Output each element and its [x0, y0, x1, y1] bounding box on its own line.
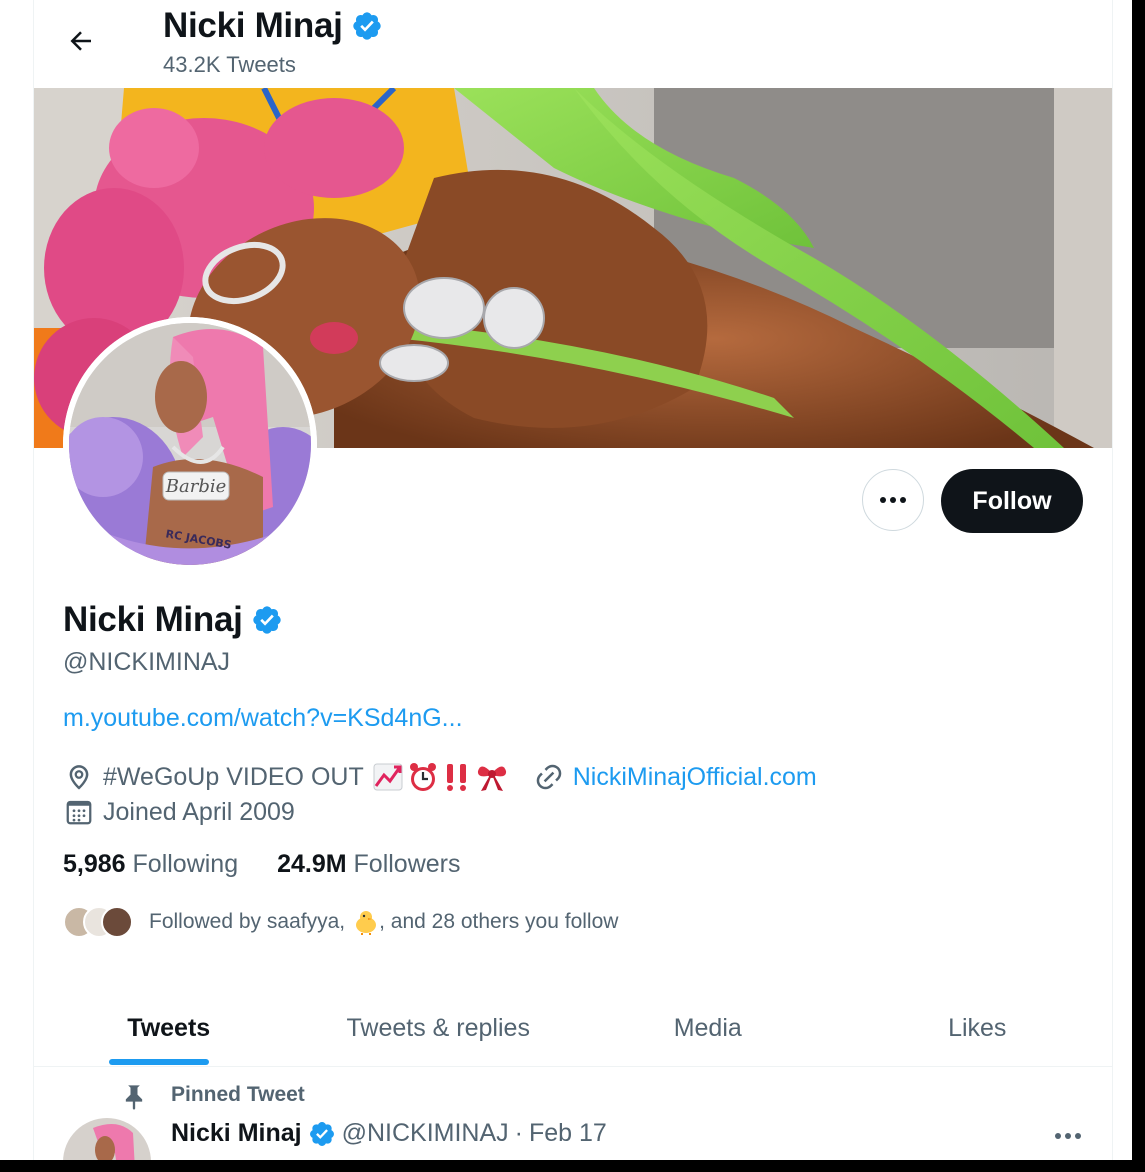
verified-badge-icon	[352, 12, 381, 40]
profile-website-link[interactable]: NickiMinajOfficial.com	[573, 763, 817, 792]
tweet-more-button[interactable]	[1048, 1124, 1088, 1148]
profile-location: #WeGoUp VIDEO OUT	[103, 762, 364, 791]
tab-likes-label: Likes	[948, 1013, 1007, 1042]
following-stat[interactable]: 5,986 Following	[63, 850, 238, 879]
chick-icon	[353, 909, 379, 935]
tab-likes[interactable]: Likes	[843, 990, 1113, 1066]
verified-badge-icon	[252, 606, 281, 634]
pinned-tweet-label: Pinned Tweet	[171, 1083, 305, 1106]
avatar-necklace-text: Barbie	[165, 476, 227, 497]
profile-name: Nicki Minaj	[63, 600, 283, 640]
double-exclamation-icon	[446, 764, 466, 791]
tweet-author-handle: @NICKIMINAJ	[341, 1119, 509, 1147]
follow-button[interactable]: Follow	[941, 469, 1083, 533]
location-emojis	[372, 761, 509, 793]
tab-media[interactable]: Media	[573, 990, 843, 1066]
following-label: Following	[132, 850, 239, 878]
followers-count: 24.9M	[277, 850, 347, 878]
chart-increasing-icon	[373, 763, 403, 791]
arrow-left-icon	[70, 31, 91, 51]
alarm-clock-icon	[409, 763, 436, 791]
following-count: 5,986	[63, 850, 126, 878]
tweet-separator: ·	[514, 1119, 523, 1147]
active-tab-indicator	[109, 1059, 209, 1065]
followed-by-row[interactable]: Followed by saafyya, , and 28 others you…	[63, 903, 618, 941]
tab-tweets-replies-label: Tweets & replies	[346, 1013, 530, 1042]
profile-page: Nicki Minaj 43.2K Tweets Barbie RC JACOB…	[0, 0, 1145, 1172]
more-options-button[interactable]	[862, 469, 924, 531]
window-bottom-edge	[0, 1160, 1145, 1172]
profile-avatar[interactable]: Barbie RC JACOBS	[63, 317, 317, 571]
link-icon	[533, 761, 565, 793]
more-horizontal-icon	[1055, 1133, 1081, 1139]
more-horizontal-icon	[880, 497, 906, 503]
profile-tabs: Tweets Tweets & replies Media Likes	[34, 990, 1112, 1067]
header-name-text: Nicki Minaj	[163, 6, 343, 45]
followers-label: Followers	[353, 850, 461, 878]
followers-stat[interactable]: 24.9M Followers	[277, 850, 460, 879]
profile-stats: 5,986 Following 24.9M Followers	[63, 850, 461, 879]
header-title: Nicki Minaj	[163, 6, 383, 46]
verified-badge-icon	[309, 1121, 334, 1146]
profile-joined-row: Joined April 2009	[63, 793, 295, 831]
profile-name-text: Nicki Minaj	[63, 600, 243, 639]
followed-by-suffix: , and 28 others you follow	[379, 910, 619, 933]
tweet-header: Nicki Minaj @NICKIMINAJ · Feb 17	[171, 1119, 607, 1148]
profile-joined-date: Joined April 2009	[103, 797, 295, 826]
tweet-author-name[interactable]: Nicki Minaj	[171, 1119, 302, 1148]
window-edge	[1132, 0, 1145, 1172]
tab-tweets[interactable]: Tweets	[34, 990, 304, 1066]
profile-meta-row: #WeGoUp VIDEO OUT NickiMinajOfficial.com	[63, 758, 817, 796]
pin-icon	[120, 1083, 148, 1111]
tab-media-label: Media	[673, 1013, 742, 1042]
followed-by-avatars	[63, 905, 133, 939]
ribbon-icon	[477, 766, 506, 791]
tab-tweets-replies[interactable]: Tweets & replies	[304, 990, 574, 1066]
avatar-image: Barbie RC JACOBS	[63, 317, 317, 571]
mini-avatar	[101, 906, 133, 938]
tweet-date[interactable]: Feb 17	[529, 1119, 607, 1148]
tab-tweets-label: Tweets	[127, 1013, 211, 1042]
profile-handle: @NICKIMINAJ	[63, 648, 231, 676]
back-button[interactable]	[58, 18, 104, 64]
column-border-right	[1112, 0, 1113, 1160]
followed-by-prefix: Followed by saafyya,	[149, 910, 346, 933]
header-tweet-count: 43.2K Tweets	[163, 52, 296, 77]
location-icon	[63, 761, 95, 793]
calendar-icon	[63, 796, 95, 828]
bio-youtube-link[interactable]: m.youtube.com/watch?v=KSd4nG...	[63, 704, 463, 733]
